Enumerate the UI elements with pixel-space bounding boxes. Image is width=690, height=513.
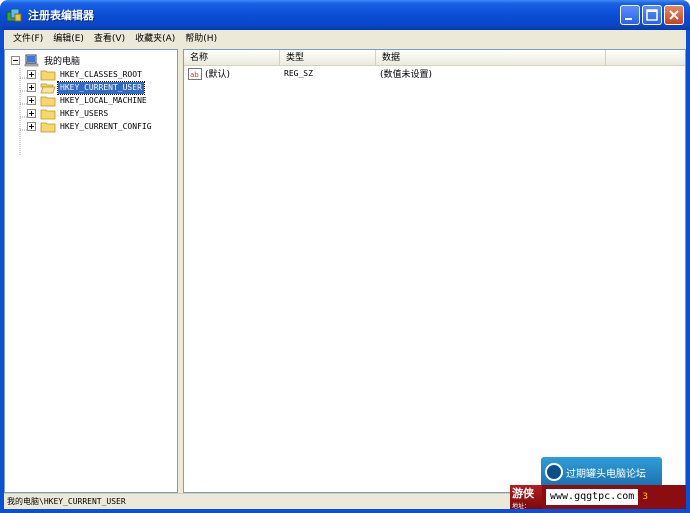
tree-item-hkey-local-machine[interactable]: HKEY_LOCAL_MACHINE <box>27 94 149 107</box>
tree-item-hkey-users[interactable]: HKEY_USERS <box>27 107 110 120</box>
tree-item-label: HKEY_LOCAL_MACHINE <box>60 95 147 105</box>
window-title: 注册表编辑器 <box>28 9 94 22</box>
svg-text:ab: ab <box>190 71 199 79</box>
folder-icon <box>40 122 56 133</box>
watermark-brand-sub: 地址： <box>512 502 531 510</box>
watermark-strip: 游侠 地址： www.gqgtpc.com 3 <box>510 485 686 510</box>
value-name-cell: ab (默认) <box>184 67 280 80</box>
folder-icon <box>40 96 56 107</box>
expand-toggle[interactable] <box>27 96 36 105</box>
menu-file[interactable]: 文件(F) <box>8 30 48 49</box>
watermark-url: www.gqgtpc.com <box>546 489 639 505</box>
values-list-pane[interactable]: 名称 类型 数据 ab (默认) REG_SZ (数值未设置) <box>183 49 686 493</box>
registry-editor-icon <box>6 8 22 22</box>
collapse-toggle[interactable] <box>11 56 20 65</box>
minimize-button[interactable] <box>620 5 640 25</box>
watermark-logo-icon <box>545 463 563 481</box>
tree-root-label: 我的电脑 <box>44 57 81 67</box>
watermark-end: 3 <box>642 492 649 502</box>
menu-edit[interactable]: 编辑(E) <box>48 30 89 49</box>
watermark-forum-name: 过期罐头电脑论坛 <box>566 468 646 480</box>
expand-toggle[interactable] <box>27 109 36 118</box>
column-header-type[interactable]: 类型 <box>280 50 376 65</box>
column-header-data[interactable]: 数据 <box>376 50 606 65</box>
menu-view[interactable]: 查看(V) <box>89 30 130 49</box>
tree-item-label: HKEY_USERS <box>60 108 109 118</box>
close-icon <box>669 10 679 20</box>
expand-toggle[interactable] <box>27 83 36 92</box>
string-value-icon: ab <box>188 67 202 80</box>
forum-watermark: 过期罐头电脑论坛 游侠 地址： www.gqgtpc.com 3 <box>510 457 686 510</box>
watermark-forum-badge: 过期罐头电脑论坛 <box>541 457 662 487</box>
value-name: (默认) <box>205 70 231 80</box>
status-path: 我的电脑\HKEY_CURRENT_USER <box>7 497 126 506</box>
key-tree-pane[interactable]: 我的电脑 HKEY_CLASSES_ROOT HKEY_CURRENT_USER… <box>4 49 178 493</box>
watermark-brand-name: 游侠 <box>512 486 534 500</box>
close-button[interactable] <box>664 5 684 25</box>
menu-help[interactable]: 帮助(H) <box>180 30 222 49</box>
value-type: REG_SZ <box>284 69 313 78</box>
tree-item-label-selected: HKEY_CURRENT_USER <box>57 80 145 95</box>
menu-bar: 文件(F) 编辑(E) 查看(V) 收藏夹(A) 帮助(H) <box>4 30 686 49</box>
minimize-icon <box>625 18 632 20</box>
value-data: (数值未设置) <box>380 70 433 80</box>
computer-icon <box>24 54 39 67</box>
panes: 我的电脑 HKEY_CLASSES_ROOT HKEY_CURRENT_USER… <box>4 49 686 493</box>
watermark-brand: 游侠 地址： <box>510 485 542 510</box>
tree-item-label: HKEY_CLASSES_ROOT <box>60 69 142 79</box>
maximize-icon <box>646 9 658 21</box>
registry-editor-window: 注册表编辑器 文件(F) 编辑(E) 查看(V) 收藏夹(A) 帮助(H) 我的… <box>0 0 690 513</box>
folder-icon <box>40 109 56 120</box>
column-header-name[interactable]: 名称 <box>184 50 280 65</box>
expand-toggle[interactable] <box>27 122 36 131</box>
title-buttons <box>620 5 684 25</box>
tree-item-hkey-current-config[interactable]: HKEY_CURRENT_CONFIG <box>27 120 154 133</box>
expand-toggle[interactable] <box>27 70 36 79</box>
open-folder-icon <box>40 83 56 94</box>
menu-favorites[interactable]: 收藏夹(A) <box>130 30 180 49</box>
folder-icon <box>40 70 56 81</box>
tree-item-label: HKEY_CURRENT_CONFIG <box>60 121 152 131</box>
list-header: 名称 类型 数据 <box>184 50 685 66</box>
maximize-button[interactable] <box>642 5 662 25</box>
title-bar[interactable]: 注册表编辑器 <box>0 0 690 30</box>
value-row[interactable]: ab (默认) REG_SZ (数值未设置) <box>184 67 685 80</box>
client-area: 文件(F) 编辑(E) 查看(V) 收藏夹(A) 帮助(H) 我的电脑 HKEY… <box>4 30 686 509</box>
tree-item-hkey-classes-root[interactable]: HKEY_CLASSES_ROOT <box>27 68 144 81</box>
tree-item-hkey-current-user[interactable]: HKEY_CURRENT_USER <box>27 80 145 95</box>
tree-root-row[interactable]: 我的电脑 <box>11 54 82 67</box>
